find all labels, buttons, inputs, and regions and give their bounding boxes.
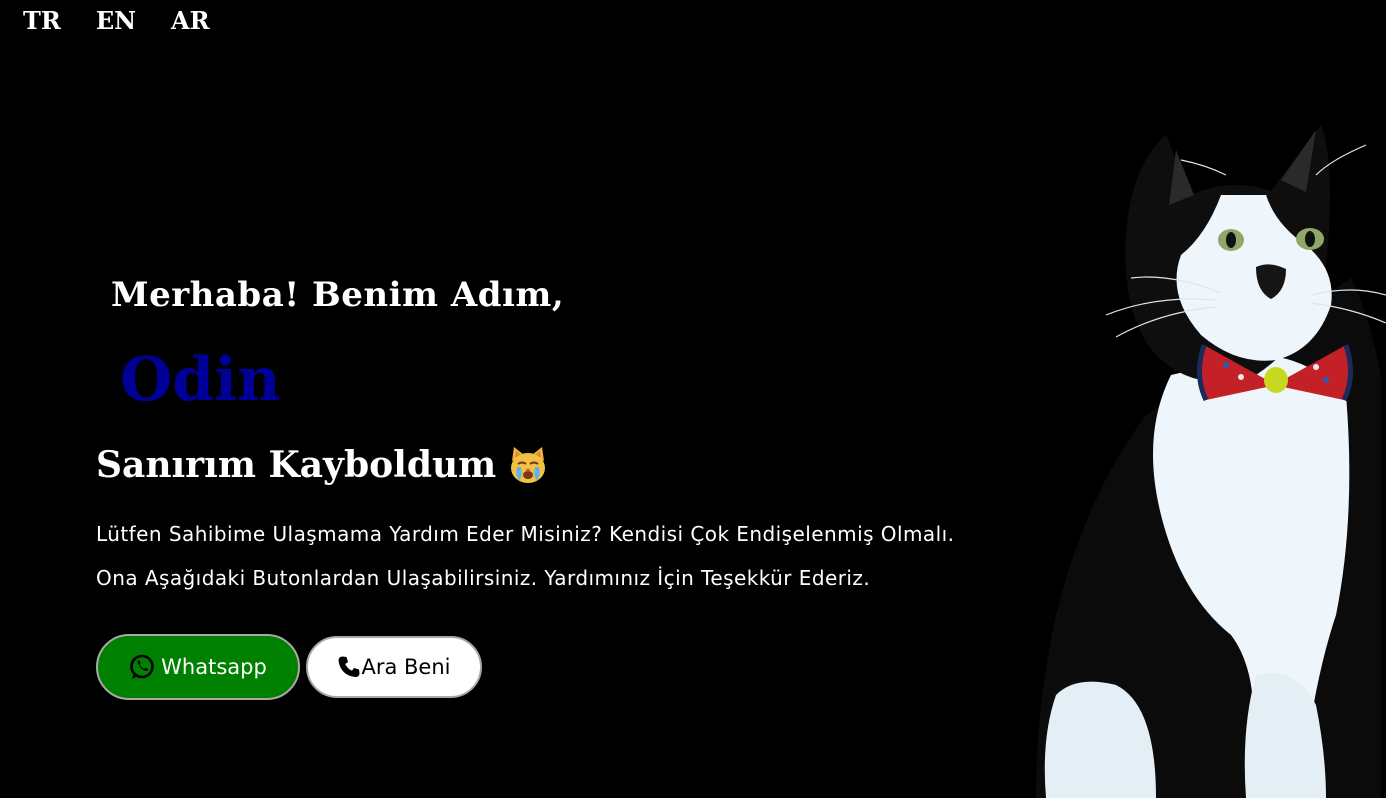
language-switcher: TR EN AR [23, 6, 210, 36]
help-message: Lütfen Sahibime Ulaşmama Yardım Eder Mis… [96, 512, 954, 600]
greeting-heading: Merhaba! Benim Adım, [111, 275, 565, 315]
help-message-line-2: Ona Aşağıdaki Butonlardan Ulaşabilirsini… [96, 566, 871, 590]
lost-heading: Sanırım Kayboldum [96, 443, 548, 487]
contact-buttons: Whatsapp Ara Beni [96, 634, 482, 700]
pet-name: Odin [120, 345, 281, 415]
call-me-button-label: Ara Beni [361, 655, 451, 679]
crying-cat-face-icon [508, 445, 548, 485]
whatsapp-button-label: Whatsapp [161, 655, 267, 679]
help-message-line-1: Lütfen Sahibime Ulaşmama Yardım Eder Mis… [96, 522, 955, 546]
phone-icon [338, 656, 360, 677]
lost-heading-text: Sanırım Kayboldum [96, 444, 497, 486]
language-link-ar[interactable]: AR [171, 6, 210, 36]
whatsapp-icon [130, 654, 154, 679]
cat-photo [1016, 115, 1386, 798]
language-link-en[interactable]: EN [96, 6, 136, 36]
language-link-tr[interactable]: TR [23, 6, 61, 36]
call-me-button[interactable]: Ara Beni [306, 636, 482, 698]
whatsapp-button[interactable]: Whatsapp [96, 634, 300, 700]
